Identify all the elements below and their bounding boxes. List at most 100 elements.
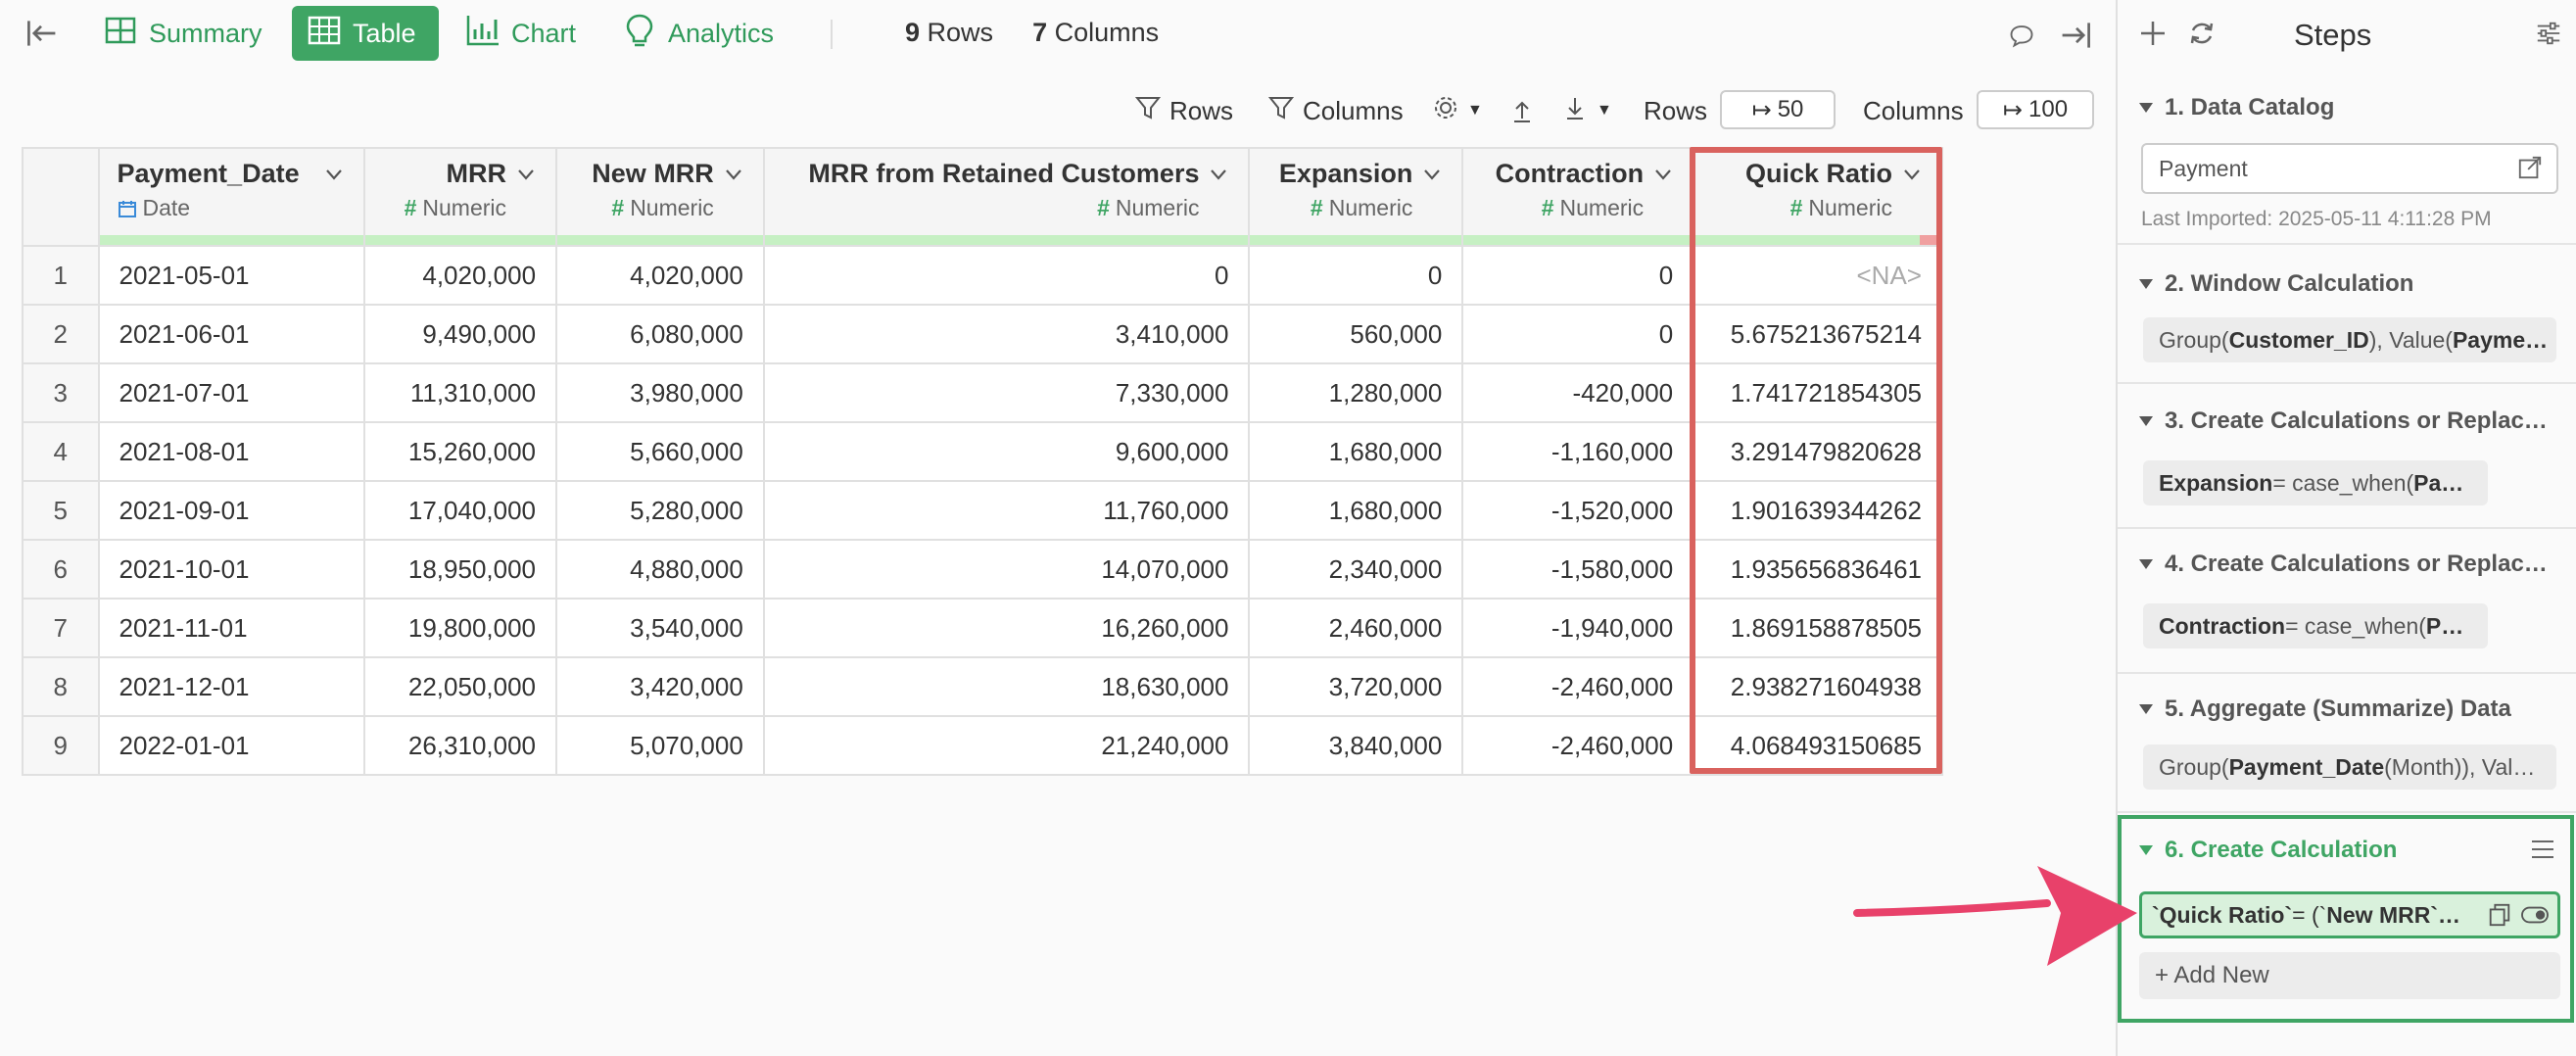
catalog-source-field[interactable]: Payment — [2141, 143, 2558, 194]
external-link-icon[interactable] — [2517, 155, 2543, 186]
chevron-down-icon[interactable] — [322, 163, 346, 186]
column-header-mrr[interactable]: MRR # Numeric — [363, 147, 558, 247]
table-cell[interactable]: 16,260,000 — [762, 598, 1251, 658]
table-cell[interactable]: 5,660,000 — [555, 421, 765, 482]
column-header-quick-ratio[interactable]: Quick Ratio # Numeric — [1693, 147, 1943, 247]
table-cell[interactable]: 2021-12-01 — [97, 656, 366, 717]
table-cell[interactable]: -2,460,000 — [1461, 715, 1695, 776]
table-cell[interactable]: 6,080,000 — [555, 304, 765, 364]
tab-chart[interactable]: Chart — [451, 6, 590, 61]
table-cell[interactable]: 22,050,000 — [363, 656, 558, 717]
table-cell[interactable]: 5,280,000 — [555, 480, 765, 541]
table-cell[interactable]: -2,460,000 — [1461, 656, 1695, 717]
table-cell[interactable]: 4,020,000 — [555, 245, 765, 306]
toggle-eye-icon[interactable] — [2520, 902, 2550, 934]
table-cell[interactable]: 11,760,000 — [762, 480, 1251, 541]
table-cell[interactable]: -1,580,000 — [1461, 539, 1695, 600]
chevron-down-icon[interactable] — [1420, 163, 1444, 186]
table-cell[interactable]: 1,680,000 — [1248, 480, 1464, 541]
upload-icon[interactable] — [1508, 92, 1536, 129]
table-cell[interactable]: 5,070,000 — [555, 715, 765, 776]
step-6-title[interactable]: 6. Create Calculation — [2139, 837, 2397, 864]
table-cell[interactable]: 5.675213675214 — [1693, 304, 1943, 364]
plus-icon[interactable] — [2133, 14, 2172, 53]
tab-analytics[interactable]: Analytics — [607, 6, 787, 61]
step-create-calc-expansion[interactable]: 3. Create Calculations or Replac… Expans… — [2118, 384, 2576, 529]
table-cell[interactable]: 26,310,000 — [363, 715, 558, 776]
table-cell[interactable]: 2021-08-01 — [97, 421, 366, 482]
settings-dropdown[interactable]: ▼ — [1432, 92, 1483, 129]
table-cell[interactable]: 2021-11-01 — [97, 598, 366, 658]
step-5-title[interactable]: 5. Aggregate (Summarize) Data — [2139, 696, 2570, 723]
table-cell[interactable]: 1.901639344262 — [1693, 480, 1943, 541]
step-1-title[interactable]: 1. Data Catalog — [2139, 94, 2570, 121]
chevron-down-icon[interactable] — [1651, 163, 1675, 186]
table-cell[interactable]: 1,680,000 — [1248, 421, 1464, 482]
table-cell[interactable]: 3,980,000 — [555, 362, 765, 423]
table-cell[interactable]: 3.291479820628 — [1693, 421, 1943, 482]
table-cell[interactable]: 2021-07-01 — [97, 362, 366, 423]
step-window-calculation[interactable]: 2. Window Calculation Group(Customer_ID)… — [2118, 245, 2576, 384]
table-cell[interactable]: -420,000 — [1461, 362, 1695, 423]
column-header-mrr-from-retained-customers[interactable]: MRR from Retained Customers # Numeric — [762, 147, 1251, 247]
step-aggregate-data[interactable]: 5. Aggregate (Summarize) Data Group(Paym… — [2118, 674, 2576, 813]
table-cell[interactable]: 2022-01-01 — [97, 715, 366, 776]
table-cell[interactable]: 18,950,000 — [363, 539, 558, 600]
table-cell[interactable]: 3,410,000 — [762, 304, 1251, 364]
table-cell[interactable]: 18,630,000 — [762, 656, 1251, 717]
rows-filter-button[interactable]: Rows — [1134, 92, 1233, 129]
table-cell[interactable]: 3,720,000 — [1248, 656, 1464, 717]
column-header-new-mrr[interactable]: New MRR # Numeric — [555, 147, 765, 247]
table-cell[interactable]: 0 — [1461, 304, 1695, 364]
table-cell[interactable]: -1,520,000 — [1461, 480, 1695, 541]
columns-filter-button[interactable]: Columns — [1267, 92, 1404, 129]
step-create-calc-contraction[interactable]: 4. Create Calculations or Replac… Contra… — [2118, 529, 2576, 674]
table-cell[interactable]: 2,340,000 — [1248, 539, 1464, 600]
copy-icon[interactable] — [2487, 902, 2512, 934]
step-4-title[interactable]: 4. Create Calculations or Replac… — [2139, 551, 2570, 578]
tab-table[interactable]: Table — [292, 6, 439, 61]
table-cell[interactable]: 1.935656836461 — [1693, 539, 1943, 600]
table-cell[interactable]: 15,260,000 — [363, 421, 558, 482]
table-cell[interactable]: 2021-06-01 — [97, 304, 366, 364]
table-cell[interactable]: 3,420,000 — [555, 656, 765, 717]
chevron-down-icon[interactable] — [514, 163, 538, 186]
table-cell[interactable]: 17,040,000 — [363, 480, 558, 541]
table-cell[interactable]: 9,600,000 — [762, 421, 1251, 482]
step-2-summary[interactable]: Group(Customer_ID), Value(Payme… — [2143, 317, 2556, 362]
table-cell[interactable]: 2021-05-01 — [97, 245, 366, 306]
sliders-icon[interactable] — [2529, 14, 2568, 53]
columns-limit-input[interactable]: ↦ 100 — [1977, 90, 2094, 129]
tab-summary[interactable]: Summary — [88, 6, 276, 61]
table-cell[interactable]: 560,000 — [1248, 304, 1464, 364]
table-cell[interactable]: 0 — [1461, 245, 1695, 306]
table-cell[interactable]: 11,310,000 — [363, 362, 558, 423]
step-data-catalog[interactable]: 1. Data Catalog Payment Last Imported: 2… — [2118, 71, 2576, 245]
step-5-summary[interactable]: Group(Payment_Date (Month)), Val… — [2143, 744, 2556, 790]
table-cell[interactable]: 9,490,000 — [363, 304, 558, 364]
column-header-contraction[interactable]: Contraction # Numeric — [1461, 147, 1695, 247]
table-cell[interactable]: 1.741721854305 — [1693, 362, 1943, 423]
step-2-title[interactable]: 2. Window Calculation — [2139, 270, 2570, 298]
hamburger-menu-icon[interactable] — [2529, 837, 2556, 862]
rows-limit-input[interactable]: ↦ 50 — [1720, 90, 1836, 129]
table-cell[interactable]: 2.938271604938 — [1693, 656, 1943, 717]
table-cell[interactable]: 3,540,000 — [555, 598, 765, 658]
table-cell[interactable]: -1,940,000 — [1461, 598, 1695, 658]
add-new-step-button[interactable]: + Add New — [2139, 952, 2560, 999]
table-cell[interactable]: 1.869158878505 — [1693, 598, 1943, 658]
collapse-left-icon[interactable] — [20, 14, 63, 53]
step-6-summary[interactable]: `Quick Ratio` = (` New MRR`… — [2139, 891, 2560, 938]
comment-icon[interactable] — [2002, 16, 2041, 55]
table-cell[interactable]: 2021-10-01 — [97, 539, 366, 600]
table-cell[interactable]: 4,880,000 — [555, 539, 765, 600]
table-cell[interactable]: 3,840,000 — [1248, 715, 1464, 776]
table-cell[interactable]: 4,020,000 — [363, 245, 558, 306]
step-4-summary[interactable]: Contraction = case_when(P… — [2143, 603, 2488, 648]
table-cell[interactable]: 2,460,000 — [1248, 598, 1464, 658]
chevron-down-icon[interactable] — [1900, 163, 1924, 186]
chevron-down-icon[interactable] — [722, 163, 745, 186]
step-create-calc-quick-ratio[interactable]: 6. Create Calculation `Quick Ratio` = (`… — [2118, 815, 2574, 1023]
table-cell[interactable]: 19,800,000 — [363, 598, 558, 658]
step-3-summary[interactable]: Expansion = case_when(Pa… — [2143, 460, 2488, 505]
